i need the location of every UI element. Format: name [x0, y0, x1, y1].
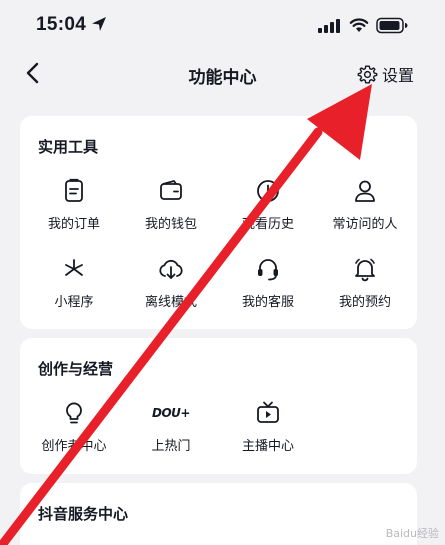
battery-icon [376, 17, 408, 34]
service-center-card: 抖音服务中心 [20, 483, 417, 545]
offline-download-icon [159, 259, 183, 279]
streamer-center-item[interactable]: 主播中心 [220, 400, 316, 454]
item-label: 我的订单 [47, 217, 100, 232]
section-title: 创作与经营 [38, 360, 114, 378]
item-label: 主播中心 [241, 439, 294, 454]
tv-play-icon [257, 401, 279, 423]
dou-plus-icon: DOU+ [152, 406, 190, 420]
nav-bar: 功能中心 设置 [0, 50, 445, 98]
item-label: 观看历史 [241, 217, 294, 232]
order-icon [65, 178, 83, 202]
item-label: 离线模式 [144, 295, 197, 310]
bell-icon [355, 258, 375, 282]
watch-history-item[interactable]: 观看历史 [220, 178, 316, 232]
item-label: 我的客服 [241, 295, 294, 310]
customer-service-item[interactable]: 我的客服 [220, 256, 316, 310]
creation-card: 创作与经营 创作者中心 DOU+ 上热门 主播中心 [20, 338, 417, 474]
headset-icon [258, 259, 278, 281]
location-arrow-icon [92, 17, 106, 31]
wallet-icon [160, 180, 182, 200]
mini-program-icon [65, 259, 83, 276]
wifi-icon [349, 18, 369, 32]
settings-button[interactable]: 设置 [357, 62, 414, 86]
mini-program-item[interactable]: 小程序 [26, 256, 122, 310]
item-label: 上热门 [151, 439, 191, 454]
offline-mode-item[interactable]: 离线模式 [123, 256, 219, 310]
signal-icon [318, 19, 340, 33]
my-reservations-item[interactable]: 我的预约 [317, 256, 413, 310]
creator-center-item[interactable]: 创作者中心 [26, 400, 122, 454]
item-label: 我的预约 [338, 295, 391, 310]
hot-promotion-item[interactable]: DOU+ 上热门 [123, 400, 219, 454]
watermark: Baidu经验 [385, 527, 439, 540]
status-bar: 15:04 [0, 0, 445, 50]
history-clock-icon [257, 180, 279, 202]
my-orders-item[interactable]: 我的订单 [26, 178, 122, 232]
frequent-visitors-item[interactable]: 常访问的人 [317, 178, 413, 232]
item-label: 创作者中心 [41, 439, 107, 454]
section-title: 实用工具 [38, 138, 99, 156]
item-label: 我的钱包 [144, 217, 197, 232]
item-label: 常访问的人 [332, 217, 398, 232]
section-title: 抖音服务中心 [38, 505, 129, 523]
lightbulb-icon [66, 402, 82, 424]
gear-icon [357, 64, 378, 84]
tools-card: 实用工具 我的订单 我的钱包 观看历史 常访问的人 小程序 离线模式 我的客服 … [20, 116, 417, 329]
person-icon [355, 180, 375, 202]
item-label: 小程序 [54, 295, 94, 310]
my-wallet-item[interactable]: 我的钱包 [123, 178, 219, 232]
settings-label: 设置 [382, 66, 415, 85]
status-time: 15:04 [36, 14, 87, 35]
